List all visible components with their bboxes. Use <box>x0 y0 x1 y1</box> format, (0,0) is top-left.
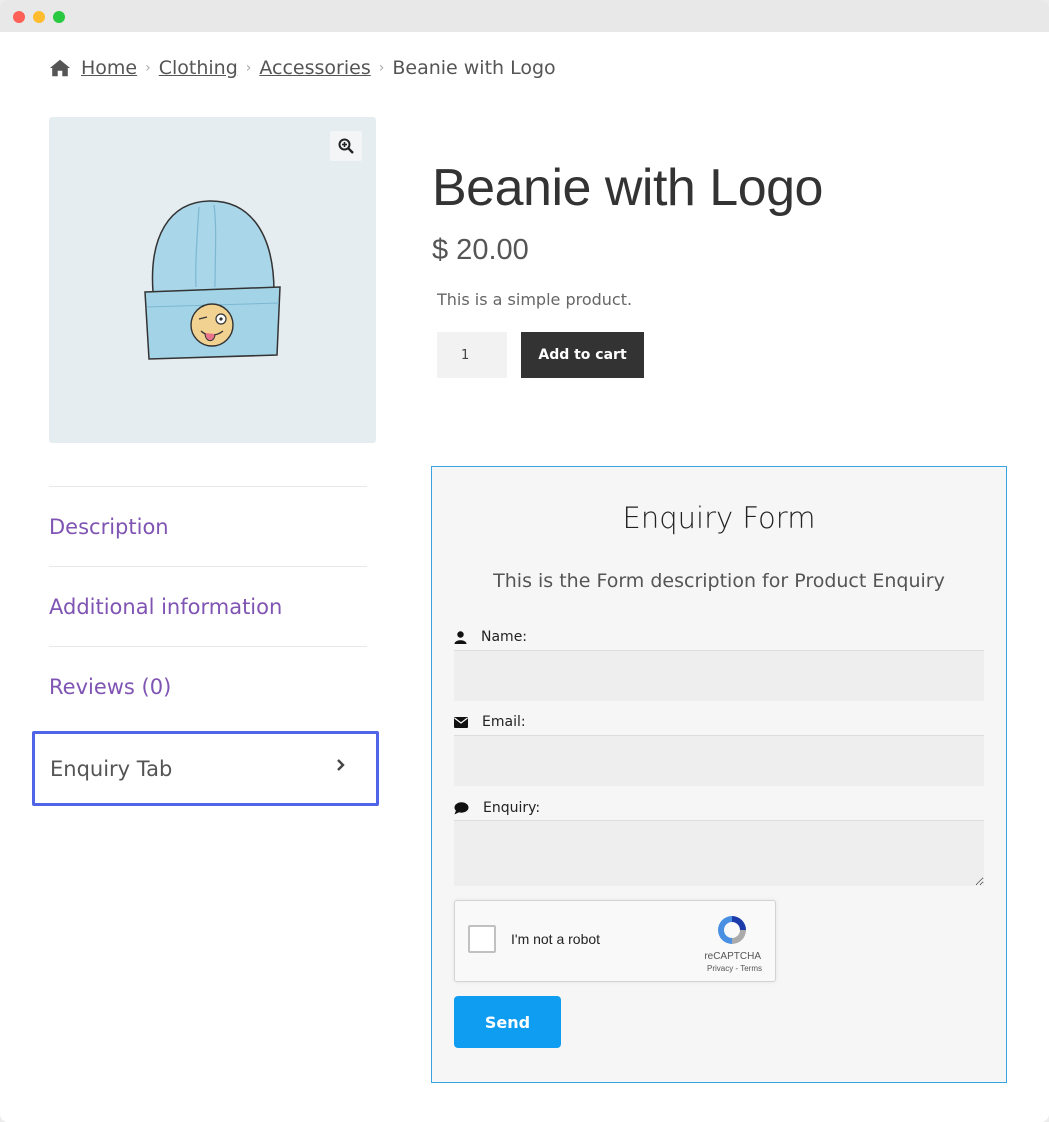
breadcrumb-separator: › <box>245 60 252 76</box>
name-label: Name: <box>454 629 527 645</box>
user-icon <box>454 630 467 644</box>
maximize-window-button[interactable] <box>53 11 65 23</box>
product-short-description: This is a simple product. <box>437 290 633 309</box>
window-titlebar <box>0 0 1049 32</box>
beanie-illustration <box>144 200 281 360</box>
recaptcha-widget: I'm not a robot reCAPTCHA Privacy - Term… <box>454 900 776 982</box>
breadcrumb: Home › Clothing › Accessories › Beanie w… <box>49 54 556 82</box>
breadcrumb-separator: › <box>378 60 385 76</box>
tab-enquiry-label: Enquiry Tab <box>50 756 173 781</box>
enquiry-textarea[interactable] <box>454 820 984 886</box>
form-title: Enquiry Form <box>622 501 816 535</box>
email-label: Email: <box>454 714 526 730</box>
product-tabs: Description Additional information Revie… <box>49 486 367 726</box>
comment-icon <box>454 801 469 814</box>
breadcrumb-clothing-link[interactable]: Clothing <box>159 57 238 79</box>
envelope-icon <box>454 716 468 728</box>
recaptcha-brand: reCAPTCHA <box>704 951 761 962</box>
product-title: Beanie with Logo <box>432 159 823 217</box>
email-field[interactable] <box>454 735 984 786</box>
recaptcha-label: I'm not a robot <box>511 931 601 947</box>
home-icon[interactable] <box>49 58 71 78</box>
tab-additional-information[interactable]: Additional information <box>49 566 367 646</box>
tab-enquiry[interactable]: Enquiry Tab <box>32 731 379 806</box>
enquiry-label: Enquiry: <box>454 800 540 816</box>
product-price: $ 20.00 <box>432 234 529 266</box>
recaptcha-logo-icon <box>718 916 746 944</box>
email-label-text: Email: <box>482 714 526 730</box>
recaptcha-checkbox[interactable] <box>468 925 496 953</box>
breadcrumb-current: Beanie with Logo <box>392 57 556 79</box>
send-button[interactable]: Send <box>454 996 561 1048</box>
minimize-window-button[interactable] <box>33 11 45 23</box>
enquiry-form: Enquiry Form This is the Form descriptio… <box>431 466 1007 1083</box>
tab-reviews[interactable]: Reviews (0) <box>49 646 367 726</box>
zoom-button[interactable] <box>330 131 362 161</box>
zoom-in-icon <box>338 138 354 154</box>
breadcrumb-separator: › <box>145 60 151 76</box>
name-label-text: Name: <box>481 629 528 645</box>
breadcrumb-home-link[interactable]: Home <box>81 57 137 79</box>
chevron-right-icon <box>337 759 345 771</box>
close-window-button[interactable] <box>13 11 25 23</box>
form-description: This is the Form description for Product… <box>493 570 945 592</box>
add-to-cart-button[interactable]: Add to cart <box>521 332 644 378</box>
breadcrumb-accessories-link[interactable]: Accessories <box>259 57 370 79</box>
enquiry-label-text: Enquiry: <box>483 800 541 816</box>
product-image[interactable] <box>49 117 376 443</box>
name-field[interactable] <box>454 650 984 701</box>
tab-description[interactable]: Description <box>49 486 367 566</box>
recaptcha-links[interactable]: Privacy - Terms <box>707 964 762 973</box>
quantity-input[interactable] <box>437 332 507 378</box>
browser-window: Home › Clothing › Accessories › Beanie w… <box>0 0 1049 1122</box>
